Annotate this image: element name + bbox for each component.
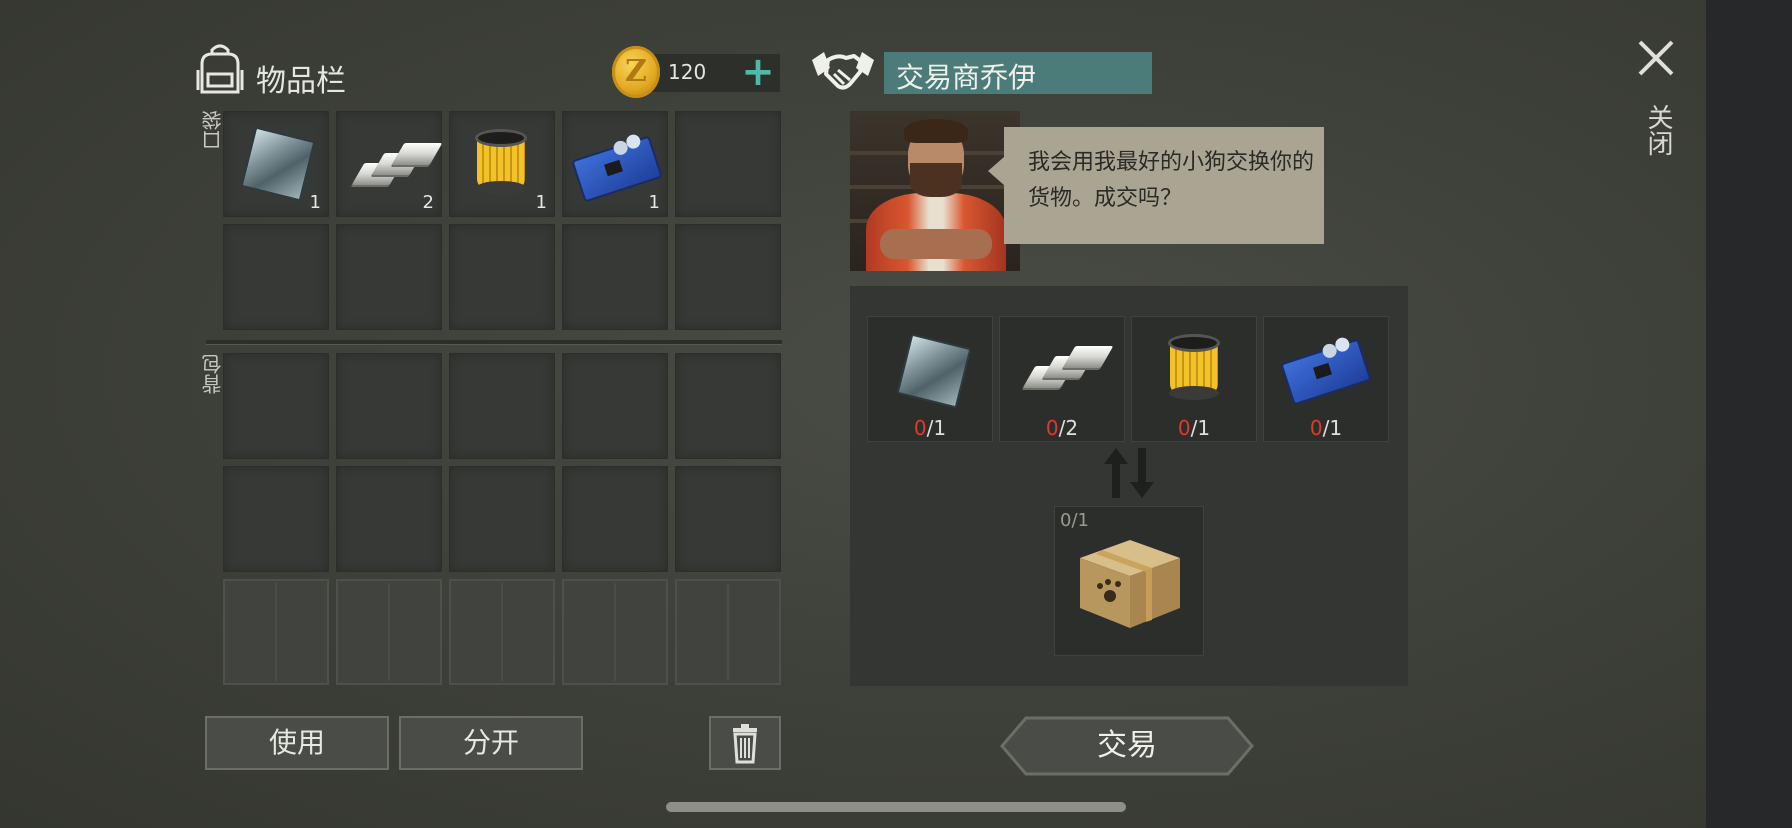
pocket-slot-1[interactable]: 1 <box>223 111 329 217</box>
item-quantity: 1 <box>648 192 660 213</box>
add-coins-button[interactable]: + <box>738 52 778 92</box>
right-edge-panel <box>1706 0 1792 828</box>
backpack-slot-4[interactable] <box>562 353 668 459</box>
requirement-slot-2[interactable]: 0/2 <box>999 316 1125 442</box>
item-quantity: 1 <box>309 192 321 213</box>
backpack-slot-6[interactable] <box>223 466 329 572</box>
silver-bars-icon <box>1021 344 1114 394</box>
trader-dialogue: 我会用我最好的小狗交换你的货物。成交吗？ <box>1028 150 1315 211</box>
pocket-slot-4[interactable]: 1 <box>562 111 668 217</box>
use-button[interactable]: 使用 <box>205 716 389 770</box>
metal-plate-icon <box>896 333 972 409</box>
section-divider <box>206 340 782 345</box>
handshake-icon <box>810 46 876 96</box>
locked-slot-3 <box>449 579 555 685</box>
requirement-count: 0/1 <box>1177 416 1211 440</box>
locked-slot-1 <box>223 579 329 685</box>
silver-bars-icon <box>350 141 443 191</box>
oil-filter-icon <box>1168 334 1220 400</box>
backpack-slot-8[interactable] <box>449 466 555 572</box>
home-indicator[interactable] <box>666 802 1126 812</box>
close-label[interactable]: 关闭 <box>1640 104 1677 156</box>
requirement-slot-1[interactable]: 0/1 <box>867 316 993 442</box>
pocket-slot-7[interactable] <box>336 224 442 330</box>
trash-icon <box>733 724 757 764</box>
item-quantity: 1 <box>535 192 547 213</box>
requirement-slot-4[interactable]: 0/1 <box>1263 316 1389 442</box>
trader-name-box: 交易商乔伊 <box>884 52 1152 94</box>
backpack-slot-7[interactable] <box>336 466 442 572</box>
pocket-slot-9[interactable] <box>562 224 668 330</box>
pocket-slot-3[interactable]: 1 <box>449 111 555 217</box>
pocket-slot-8[interactable] <box>449 224 555 330</box>
trash-button[interactable] <box>709 716 781 770</box>
coin-count: 120 <box>668 60 707 84</box>
pocket-slot-6[interactable] <box>223 224 329 330</box>
requirement-slot-3[interactable]: 0/1 <box>1131 316 1257 442</box>
locked-slot-2 <box>336 579 442 685</box>
requirement-count: 0/1 <box>913 416 947 440</box>
close-icon[interactable] <box>1636 38 1676 78</box>
trade-button-label: 交易 <box>1097 728 1157 763</box>
reward-slot[interactable]: 0/1 <box>1054 506 1204 656</box>
metal-plate-icon <box>240 126 316 202</box>
backpack-icon <box>194 42 246 98</box>
trader-name: 交易商乔伊 <box>896 61 1037 94</box>
split-button[interactable]: 分开 <box>399 716 583 770</box>
backpack-slot-1[interactable] <box>223 353 329 459</box>
pocket-slot-10[interactable] <box>675 224 781 330</box>
trader-portrait <box>850 111 1020 271</box>
oil-filter-icon <box>475 129 527 195</box>
backpack-slot-10[interactable] <box>675 466 781 572</box>
pocket-slot-2[interactable]: 2 <box>336 111 443 217</box>
exchange-arrows-icon <box>1102 448 1156 498</box>
pocket-slot-5[interactable] <box>675 111 781 217</box>
trade-button[interactable]: 交易 <box>1000 716 1254 776</box>
coin-icon: Z <box>612 46 660 98</box>
coin-letter: Z <box>625 54 647 89</box>
speech-bubble: 我会用我最好的小狗交换你的货物。成交吗？ <box>988 127 1324 244</box>
locked-slot-4 <box>562 579 668 685</box>
dog-crate-icon <box>1076 528 1184 634</box>
backpack-slot-9[interactable] <box>562 466 668 572</box>
inventory-title: 物品栏 <box>256 64 346 99</box>
locked-slot-5 <box>675 579 781 685</box>
circuit-board-icon <box>1280 338 1372 406</box>
backpack-slot-5[interactable] <box>675 353 781 459</box>
requirement-count: 0/2 <box>1045 416 1079 440</box>
backpack-slot-3[interactable] <box>449 353 555 459</box>
item-quantity: 2 <box>422 192 434 213</box>
backpack-slot-2[interactable] <box>336 353 442 459</box>
requirement-count: 0/1 <box>1309 416 1343 440</box>
